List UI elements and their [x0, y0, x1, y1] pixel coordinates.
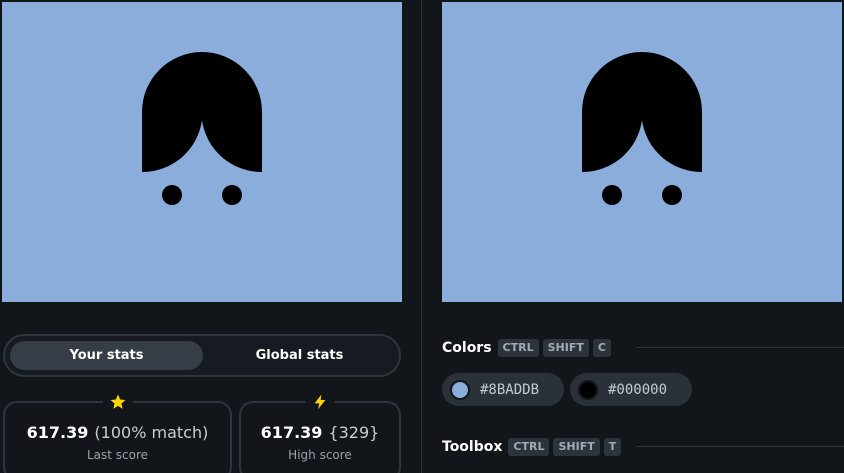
lightning-icon [305, 391, 335, 413]
canvas-background [2, 2, 402, 302]
colors-divider [636, 347, 844, 348]
last-score-match: (100% match) [94, 423, 209, 442]
panel-divider [421, 0, 422, 473]
toolbox-divider [636, 446, 844, 447]
color-swatch-2[interactable]: #000000 [570, 373, 692, 406]
colors-header: Colors CTRL SHIFT C [442, 338, 615, 358]
app-root: Your stats Global stats 617.39 (100% matc… [0, 0, 844, 473]
color-hex-label: #8BADDB [480, 381, 540, 398]
left-dot [162, 185, 182, 205]
high-score-value: 617.39 [260, 423, 323, 442]
last-score-value-row: 617.39 (100% match) [5, 423, 230, 442]
toolbox-title: Toolbox [442, 439, 503, 455]
colors-title: Colors [442, 340, 492, 356]
shortcut-key-shift: SHIFT [542, 339, 589, 357]
color-dot [578, 379, 598, 400]
color-dot [450, 379, 470, 400]
high-score-rank: {329} [328, 423, 380, 442]
output-drawing [442, 2, 842, 302]
right-dot [222, 185, 242, 205]
shortcut-key-shift: SHIFT [553, 438, 600, 456]
target-canvas [2, 2, 402, 302]
high-score-card: 617.39 {329} High score [239, 391, 401, 473]
last-score-value: 617.39 [26, 423, 89, 442]
target-drawing [2, 2, 402, 302]
stats-tabs: Your stats Global stats [3, 334, 401, 377]
last-score-card: 617.39 (100% match) Last score [3, 391, 232, 473]
shortcut-key-ctrl: CTRL [497, 339, 539, 357]
tab-global-stats[interactable]: Global stats [203, 341, 396, 370]
shortcut-key-t: T [603, 438, 622, 456]
high-score-label: High score [288, 448, 352, 462]
toolbox-header: Toolbox CTRL SHIFT T [442, 437, 625, 457]
right-dot [662, 185, 682, 205]
canvas-background [442, 2, 842, 302]
high-score-value-row: 617.39 {329} [241, 423, 399, 442]
tab-your-stats[interactable]: Your stats [10, 341, 203, 370]
shortcut-key-ctrl: CTRL [508, 438, 550, 456]
left-dot [602, 185, 622, 205]
star-icon [102, 391, 133, 413]
shortcut-key-c: C [592, 339, 611, 357]
color-swatch-1[interactable]: #8BADDB [442, 373, 564, 406]
color-hex-label: #000000 [608, 381, 668, 398]
output-canvas[interactable] [442, 2, 842, 302]
last-score-label: Last score [86, 448, 149, 462]
